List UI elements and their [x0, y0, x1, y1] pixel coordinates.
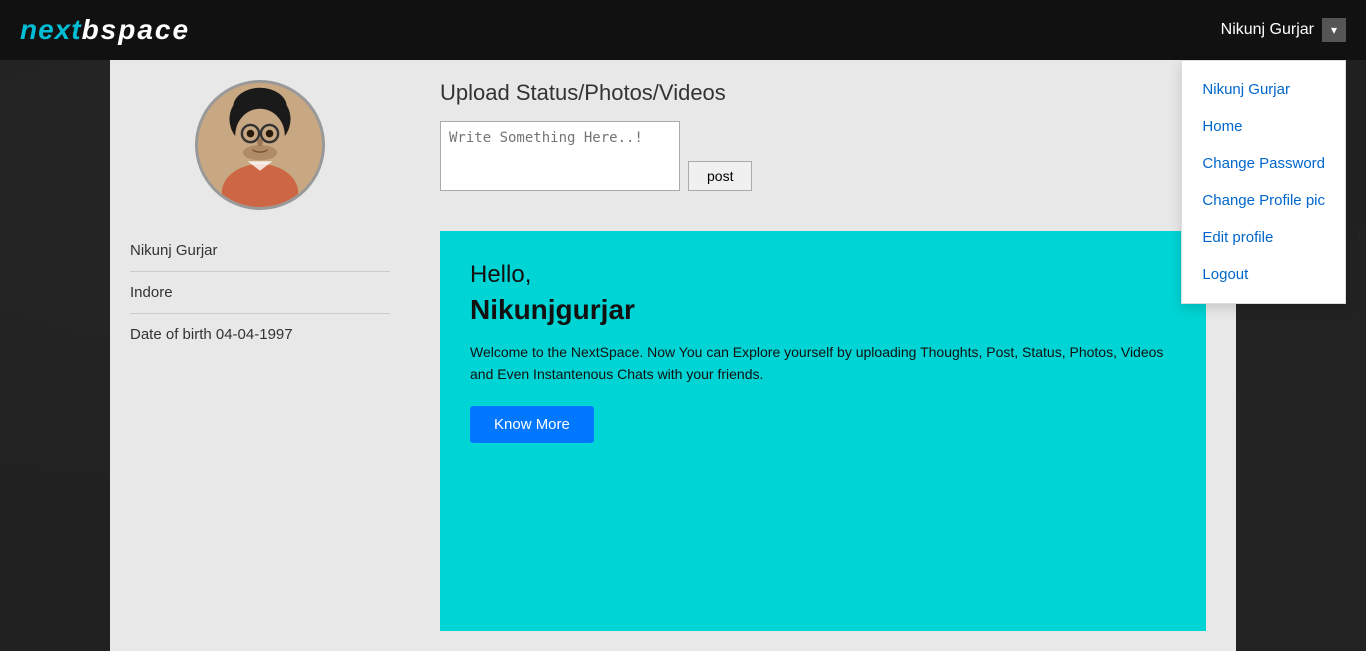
- profile-name-item: Nikunj Gurjar: [130, 230, 390, 272]
- center-content: Upload Status/Photos/Videos post Hello, …: [410, 60, 1236, 651]
- dropdown-item-change-password[interactable]: Change Password: [1182, 145, 1345, 182]
- dropdown-item-profile-name[interactable]: Nikunj Gurjar: [1182, 71, 1345, 108]
- logo: nextbspace: [20, 14, 190, 46]
- upload-title: Upload Status/Photos/Videos: [440, 80, 1206, 106]
- profile-name: Nikunj Gurjar: [130, 242, 218, 259]
- main-content: Nikunj Gurjar Indore Date of birth 04-04…: [0, 60, 1366, 651]
- nav-user-section[interactable]: Nikunj Gurjar ▾: [1221, 18, 1346, 42]
- dropdown-item-change-profile-pic[interactable]: Change Profile pic: [1182, 182, 1345, 219]
- post-button[interactable]: post: [688, 161, 752, 191]
- know-more-button[interactable]: Know More: [470, 406, 594, 443]
- dropdown-item-home[interactable]: Home: [1182, 108, 1345, 145]
- nav-dropdown-toggle[interactable]: ▾: [1322, 18, 1346, 42]
- navbar: nextbspace Nikunj Gurjar ▾: [0, 0, 1366, 60]
- profile-info: Nikunj Gurjar Indore Date of birth 04-04…: [130, 230, 390, 355]
- avatar: [195, 80, 325, 210]
- dropdown-item-logout[interactable]: Logout: [1182, 256, 1345, 293]
- post-textarea[interactable]: [440, 121, 680, 191]
- welcome-text: Welcome to the NextSpace. Now You can Ex…: [470, 341, 1176, 386]
- avatar-container: [130, 80, 390, 210]
- profile-dob: Date of birth 04-04-1997: [130, 326, 293, 343]
- logo-space: bspace: [82, 14, 191, 45]
- welcome-banner: Hello, Nikunjgurjar Welcome to the NextS…: [440, 231, 1206, 631]
- profile-location: Indore: [130, 284, 173, 301]
- profile-location-item: Indore: [130, 272, 390, 314]
- post-row: post: [440, 121, 1206, 191]
- nav-username: Nikunj Gurjar: [1221, 21, 1314, 39]
- profile-section: Nikunj Gurjar Indore Date of birth 04-04…: [110, 60, 410, 651]
- upload-section: Upload Status/Photos/Videos post: [440, 80, 1206, 191]
- left-sidebar: [0, 60, 110, 651]
- welcome-username: Nikunjgurjar: [470, 294, 1176, 326]
- logo-next: next: [20, 14, 82, 45]
- dropdown-item-edit-profile[interactable]: Edit profile: [1182, 219, 1345, 256]
- welcome-hello: Hello,: [470, 261, 1176, 289]
- dropdown-menu: Nikunj Gurjar Home Change Password Chang…: [1181, 60, 1346, 304]
- profile-dob-item: Date of birth 04-04-1997: [130, 314, 390, 355]
- avatar-image: [198, 80, 322, 210]
